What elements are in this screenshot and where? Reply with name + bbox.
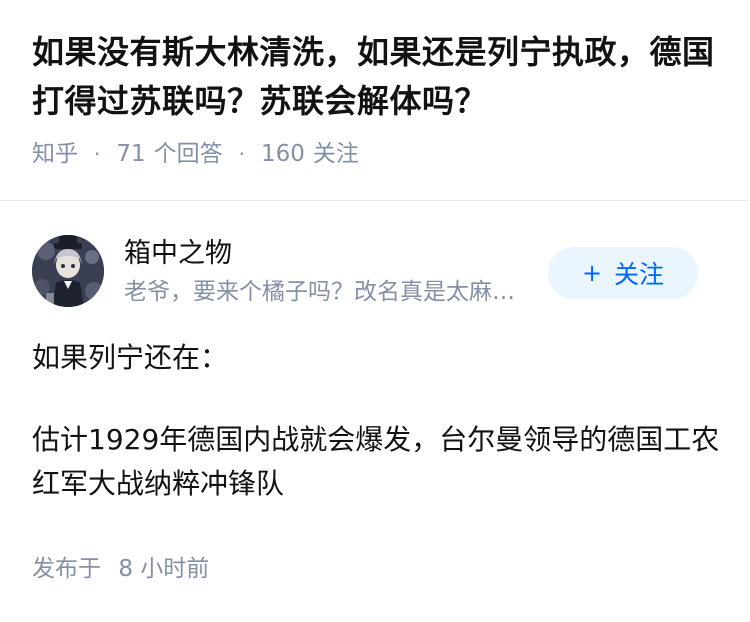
follower-count-label: 关注 <box>312 141 359 167</box>
separator-dot: · <box>238 142 245 166</box>
answer-count-label: 个回答 <box>153 141 223 167</box>
section-divider <box>0 200 750 201</box>
answer-count: 71 <box>116 141 146 167</box>
avatar-image <box>32 235 104 307</box>
question-meta: 知乎 · 71 个回答 · 160 关注 <box>32 138 722 170</box>
separator-dot: · <box>94 142 101 166</box>
source-label[interactable]: 知乎 <box>32 138 78 170</box>
publish-label: 发布于 <box>32 556 101 582</box>
answer-paragraph: 估计1929年德国内战就会爆发，台尔曼领导的德国工农红军大战纳粹冲锋队 <box>32 423 720 500</box>
plus-icon: + <box>581 259 603 287</box>
question-header: 如果没有斯大林清洗，如果还是列宁执政，德国打得过苏联吗？苏联会解体吗？ 知乎 ·… <box>32 28 722 170</box>
publish-time-value: 8 小时前 <box>118 556 210 582</box>
author-bio: 老爷，要来个橘子吗？改名真是太麻烦了 <box>124 279 534 305</box>
question-title[interactable]: 如果没有斯大林清洗，如果还是列宁执政，德国打得过苏联吗？苏联会解体吗？ <box>32 28 722 126</box>
avatar[interactable] <box>32 235 104 307</box>
follow-button-label: 关注 <box>614 260 665 289</box>
answer-content: 如果列宁还在： 估计1929年德国内战就会爆发，台尔曼领导的德国工农红军大战纳粹… <box>32 336 722 506</box>
author-card: 箱中之物 老爷，要来个橘子吗？改名真是太麻烦了 + 关注 <box>32 234 718 310</box>
author-name[interactable]: 箱中之物 <box>124 236 232 272</box>
follower-count: 160 <box>261 141 305 167</box>
follow-button[interactable]: + 关注 <box>548 247 698 299</box>
publish-time: 发布于 8 小时前 <box>32 553 209 585</box>
answer-paragraph: 如果列宁还在： <box>32 341 229 374</box>
